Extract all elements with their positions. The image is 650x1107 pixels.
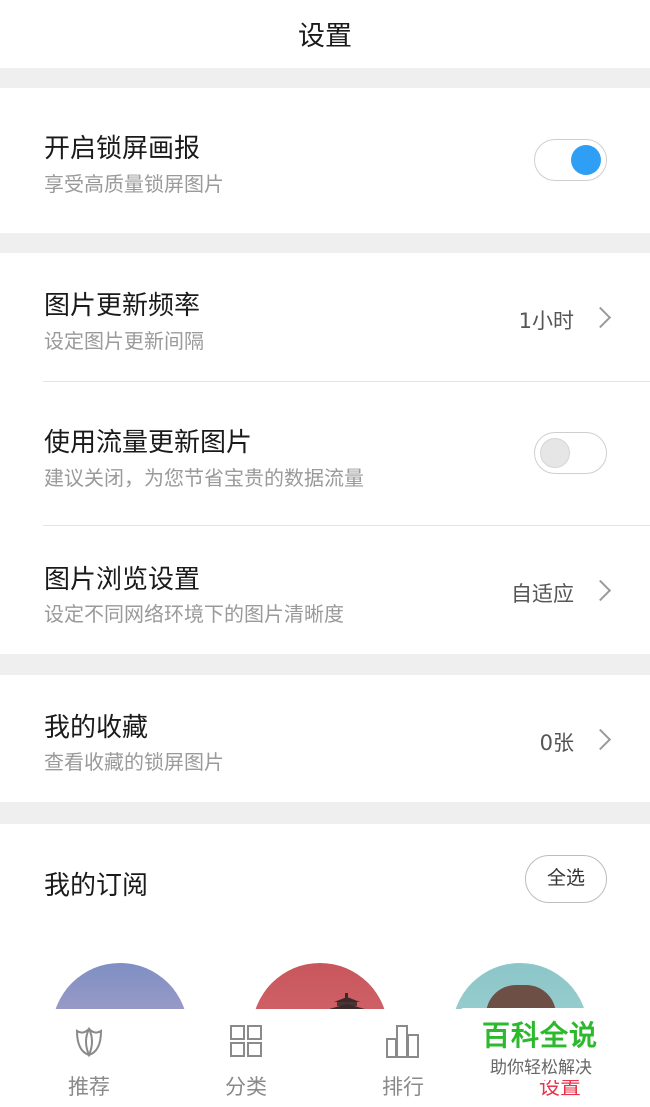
lockscreen-row[interactable]: 开启锁屏画报 享受高质量锁屏图片 <box>0 88 650 233</box>
lockscreen-toggle[interactable] <box>534 139 607 181</box>
bar-chart-icon <box>386 1025 419 1058</box>
section-gap <box>0 654 650 675</box>
browse-settings-value: 自适应 <box>511 582 574 606</box>
tulip-icon <box>75 1026 103 1058</box>
watermark-title: 百科全说 <box>482 1019 599 1052</box>
subscriptions-title: 我的订阅 <box>44 871 149 901</box>
mobile-data-row[interactable]: 使用流量更新图片 建议关闭，为您节省宝贵的数据流量 <box>0 382 650 525</box>
chevron-right-icon <box>589 728 612 751</box>
favorites-row[interactable]: 我的收藏 查看收藏的锁屏图片 0张 <box>0 675 650 802</box>
watermark: 百科全说 助你轻松解决 <box>462 1008 630 1080</box>
tab-recommend[interactable]: 推荐 <box>24 1009 154 1107</box>
toggle-knob <box>540 438 570 468</box>
lockscreen-title: 开启锁屏画报 <box>44 134 201 164</box>
tab-label: 排行 <box>382 1075 424 1099</box>
favorites-title: 我的收藏 <box>44 713 149 743</box>
section-gap <box>0 233 650 253</box>
tab-categories[interactable]: 分类 <box>181 1009 311 1107</box>
update-frequency-subtitle: 设定图片更新间隔 <box>44 329 204 353</box>
subscription-avatars <box>0 930 650 1010</box>
mobile-data-toggle[interactable] <box>534 432 607 474</box>
toggle-knob <box>571 145 601 175</box>
chevron-right-icon <box>589 306 612 329</box>
page-title: 设置 <box>298 21 352 52</box>
tab-label: 分类 <box>225 1075 267 1099</box>
lockscreen-subtitle: 享受高质量锁屏图片 <box>44 172 224 196</box>
section-gap <box>0 802 650 824</box>
favorites-count: 0张 <box>539 731 574 755</box>
browse-settings-subtitle: 设定不同网络环境下的图片清晰度 <box>44 602 344 626</box>
subscription-avatar[interactable] <box>52 963 188 1010</box>
browse-settings-title: 图片浏览设置 <box>44 565 201 595</box>
mobile-data-title: 使用流量更新图片 <box>44 428 253 458</box>
update-frequency-title: 图片更新频率 <box>44 291 201 321</box>
mobile-data-subtitle: 建议关闭，为您节省宝贵的数据流量 <box>44 466 364 490</box>
header-bar: 设置 <box>0 0 650 68</box>
section-gap <box>0 68 650 88</box>
browse-settings-row[interactable]: 图片浏览设置 设定不同网络环境下的图片清晰度 自适应 <box>0 526 650 654</box>
tab-ranking[interactable]: 排行 <box>338 1009 468 1107</box>
chevron-right-icon <box>589 579 612 602</box>
favorites-subtitle: 查看收藏的锁屏图片 <box>44 750 224 774</box>
grid-icon <box>230 1025 262 1057</box>
watermark-subtitle: 助你轻松解决 <box>490 1058 592 1078</box>
tab-label: 推荐 <box>68 1075 110 1099</box>
select-all-button[interactable]: 全选 <box>525 855 607 903</box>
update-frequency-value: 1小时 <box>518 309 574 333</box>
update-frequency-row[interactable]: 图片更新频率 设定图片更新间隔 1小时 <box>0 253 650 381</box>
